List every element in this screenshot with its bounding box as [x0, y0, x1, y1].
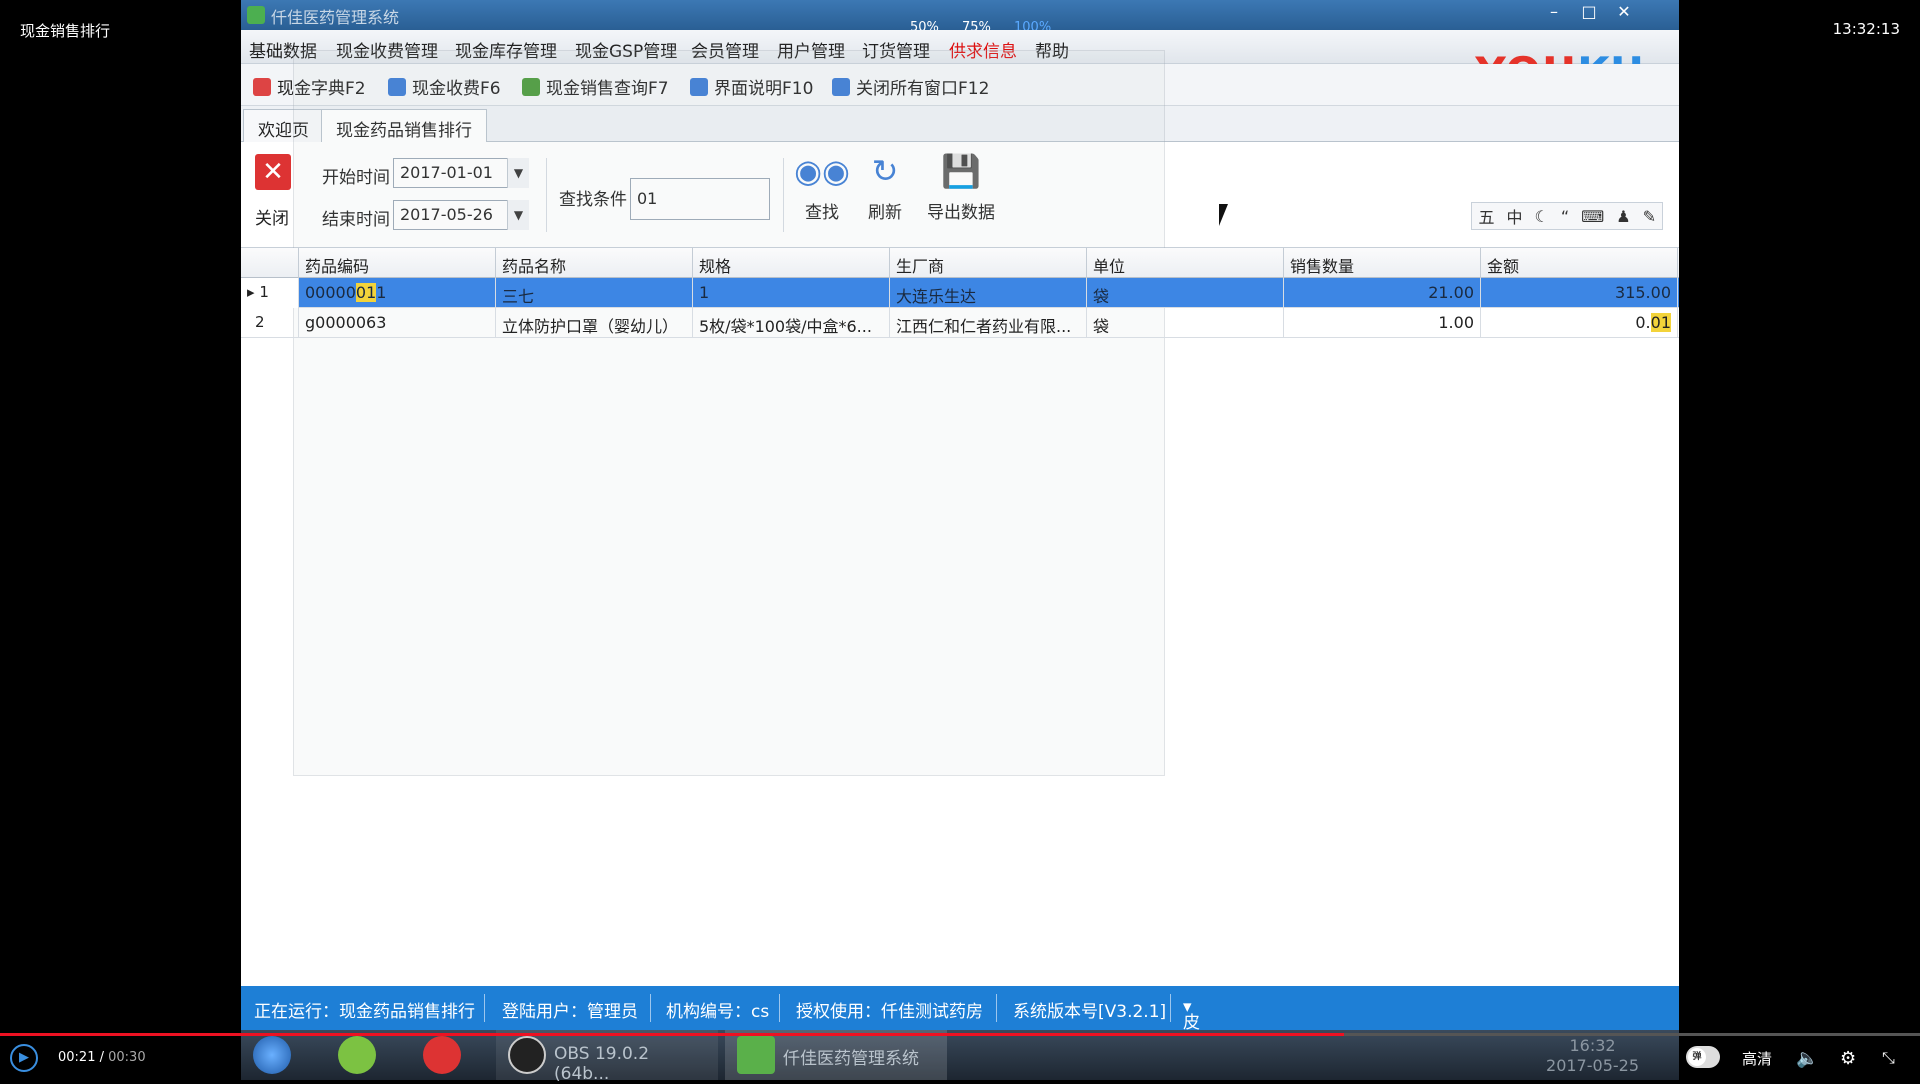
cell-qty[interactable]: 21.00	[1284, 278, 1481, 308]
taskbar-pharmacy-app[interactable]: 仟佳医药管理系统	[725, 1030, 947, 1080]
settings-icon[interactable]: ⚙	[1840, 1048, 1856, 1069]
header-amount[interactable]: 金额	[1481, 248, 1678, 278]
table-row[interactable]: 2 g0000063 立体防护口罩（婴幼儿） 5枚/袋*100袋/中盒*6...…	[241, 308, 1679, 338]
user-icon[interactable]: ♟	[1616, 207, 1630, 226]
window-close-icon[interactable]: ✕	[1611, 2, 1637, 21]
divider	[996, 994, 997, 1022]
status-version: 系统版本号[V3.2.1]	[1013, 1002, 1167, 1022]
cell-unit[interactable]: 袋	[1087, 308, 1284, 338]
background-ghost-window	[293, 50, 1165, 776]
window-titlebar: 仟佳医药管理系统 50% 75% 100% – □ ✕	[241, 0, 1679, 35]
cell-spec[interactable]: 5枚/袋*100袋/中盒*6...	[693, 308, 890, 338]
app-icon	[737, 1036, 775, 1074]
cell-spec[interactable]: 1	[693, 278, 890, 308]
taskbar-clock: 16:32 2017-05-25	[1546, 1036, 1639, 1075]
header-row-number	[241, 248, 299, 278]
quality-button[interactable]: 高清	[1742, 1048, 1772, 1069]
cell-qty[interactable]: 1.00	[1284, 308, 1481, 338]
ime-chinese-icon[interactable]: 中	[1507, 204, 1523, 228]
cell-unit[interactable]: 袋	[1087, 278, 1284, 308]
cell-code[interactable]: g0000063	[299, 308, 496, 338]
divider	[650, 994, 651, 1022]
windows-taskbar: OBS 19.0.2 (64b... 仟佳医药管理系统 16:32 2017-05…	[241, 1030, 1679, 1084]
punctuation-icon[interactable]: “	[1561, 207, 1569, 226]
cell-amount[interactable]: 315.00	[1481, 278, 1678, 308]
status-user: 登陆用户：管理员	[502, 1002, 638, 1022]
row-number: ▸ 1	[241, 278, 299, 308]
taskbar-app-red[interactable]	[411, 1030, 481, 1080]
grid-header: 药品编码 药品名称 规格 生厂商 单位 销售数量 金额	[241, 248, 1679, 278]
moon-icon[interactable]: ☾	[1535, 207, 1549, 226]
ime-wubi-icon[interactable]: 五	[1478, 204, 1494, 228]
cell-name[interactable]: 三七	[496, 278, 693, 308]
media-icon	[423, 1036, 461, 1074]
status-org: 机构编号：cs	[666, 1002, 770, 1022]
wrench-icon[interactable]: ✎	[1643, 207, 1656, 226]
cell-maker[interactable]: 大连乐生达	[890, 278, 1087, 308]
skin-style-dropdown[interactable]: 皮肤样式 ▾	[1183, 997, 1200, 1030]
video-title: 现金销售排行	[20, 22, 111, 40]
minimize-icon[interactable]: –	[1541, 2, 1567, 21]
browser-icon	[338, 1036, 376, 1074]
cell-amount[interactable]: 0.01	[1481, 308, 1678, 338]
header-unit[interactable]: 单位	[1087, 248, 1284, 278]
window-title: 仟佳医药管理系统	[271, 8, 400, 27]
volume-icon[interactable]: 🔈	[1796, 1048, 1818, 1069]
windows-logo-icon	[253, 1036, 291, 1074]
app-window: 仟佳医药管理系统 50% 75% 100% – □ ✕ 基础数据 现金收费管理 …	[241, 0, 1679, 1030]
dictionary-icon	[253, 77, 271, 96]
obs-icon	[508, 1036, 546, 1074]
exit-fullscreen-icon[interactable]: ⤡	[1882, 1048, 1895, 1068]
header-maker[interactable]: 生厂商	[890, 248, 1087, 278]
close-label: 关闭	[255, 209, 289, 229]
table-row[interactable]: ▸ 1 00000011 三七 1 大连乐生达 袋 21.00 315.00	[241, 278, 1679, 308]
status-running: 正在运行：现金药品销售排行	[254, 1002, 475, 1022]
cell-maker[interactable]: 江西仁和仁者药业有限...	[890, 308, 1087, 338]
header-qty[interactable]: 销售数量	[1284, 248, 1481, 278]
danmaku-toggle[interactable]: 弹	[1686, 1046, 1720, 1068]
header-code[interactable]: 药品编码	[299, 248, 496, 278]
start-button[interactable]	[241, 1030, 311, 1080]
close-icon[interactable]: ✕	[255, 154, 291, 190]
video-time: 00:21 / 00:30	[58, 1050, 146, 1065]
play-icon[interactable]: ▶	[10, 1044, 38, 1072]
taskbar-obs[interactable]: OBS 19.0.2 (64b...	[496, 1030, 718, 1084]
divider	[1170, 994, 1171, 1022]
taskbar-app-green[interactable]	[326, 1030, 396, 1080]
row-number: 2	[241, 308, 299, 338]
divider	[484, 994, 485, 1022]
app-icon	[247, 6, 265, 24]
mouse-cursor-icon	[1219, 204, 1228, 226]
header-name[interactable]: 药品名称	[496, 248, 693, 278]
divider	[779, 994, 780, 1022]
status-bar: 正在运行：现金药品销售排行 登陆用户：管理员 机构编号：cs 授权使用：仟佳测试…	[241, 986, 1679, 1030]
video-stage: 现金销售排行 13:32:13 仟佳医药管理系统 50% 75% 100% – …	[0, 0, 1920, 1084]
cell-code[interactable]: 00000011	[299, 278, 496, 308]
header-spec[interactable]: 规格	[693, 248, 890, 278]
video-progress-filled[interactable]	[0, 1033, 1344, 1036]
maximize-icon[interactable]: □	[1576, 2, 1602, 21]
ime-toolbar: 五 中 ☾ “ ⌨ ♟ ✎	[1471, 202, 1663, 230]
sales-grid: 药品编码 药品名称 规格 生厂商 单位 销售数量 金额 ▸ 1 00000011…	[241, 248, 1679, 338]
status-license: 授权使用：仟佳测试药房	[796, 1002, 983, 1022]
keyboard-icon[interactable]: ⌨	[1581, 207, 1604, 226]
video-progress-track[interactable]	[1344, 1033, 1920, 1036]
video-clock: 13:32:13	[1832, 20, 1900, 38]
cell-name[interactable]: 立体防护口罩（婴幼儿）	[496, 308, 693, 338]
